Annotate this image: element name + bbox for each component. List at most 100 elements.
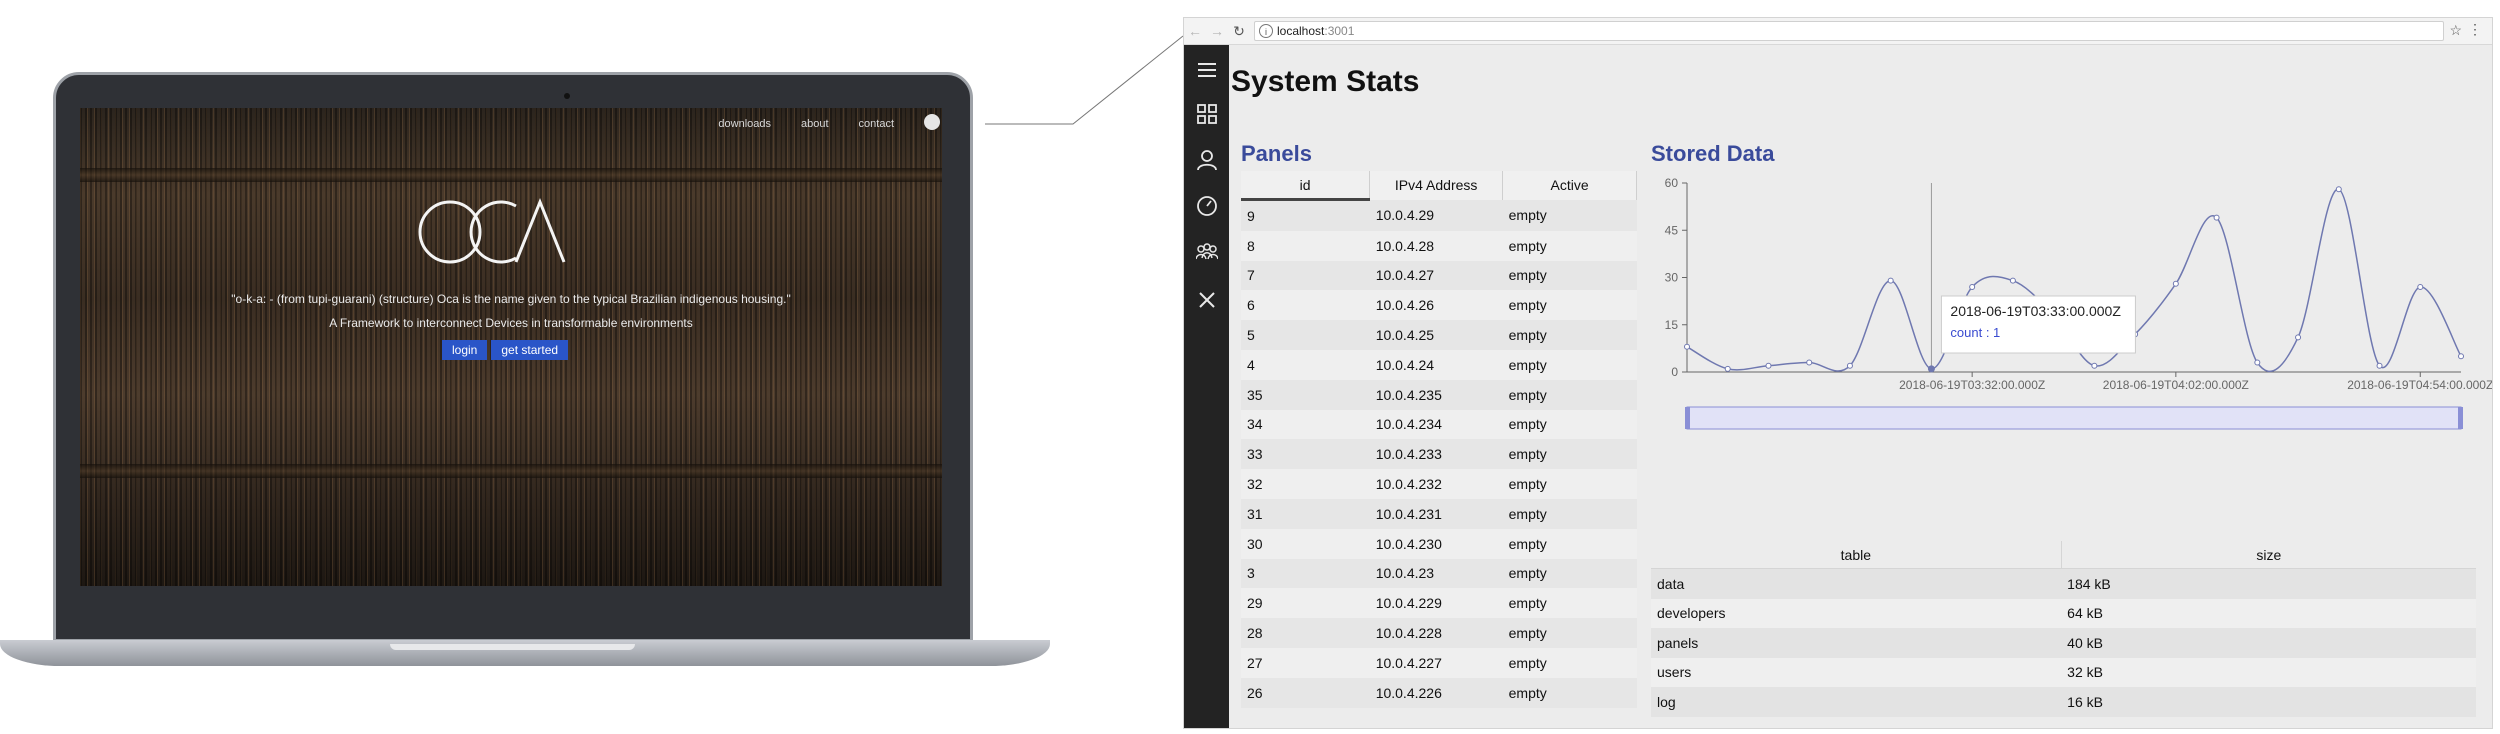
group-icon[interactable] (1195, 241, 1219, 263)
bookmark-star-icon[interactable]: ☆ (2449, 22, 2462, 39)
table-cell: 10.0.4.24 (1369, 349, 1503, 380)
oca-logo-graphic (418, 197, 566, 264)
table-cell: log (1651, 687, 2062, 717)
data-point (2172, 280, 2179, 287)
get-started-button[interactable]: get started (491, 340, 569, 360)
table-cell: 28 (1241, 618, 1370, 648)
column-header-ipv4[interactable]: IPv4 Address (1369, 171, 1504, 200)
table-cell: 184 kB (2061, 568, 2476, 599)
table-cell: 33 (1241, 439, 1370, 470)
table-row[interactable]: users 32 kB (1651, 657, 2476, 687)
data-point (1927, 365, 1935, 373)
table-row[interactable]: 27 10.0.4.227 empty (1241, 647, 1637, 678)
column-header-id[interactable]: id (1241, 171, 1371, 201)
table-row[interactable]: 4 10.0.4.24 empty (1241, 349, 1637, 380)
page-title: System Stats (1231, 65, 1420, 98)
github-icon[interactable] (924, 114, 940, 130)
table-row[interactable]: data 184 kB (1651, 568, 2476, 599)
landing-screen: downloads about contact "o-k-a: - (from … (80, 108, 942, 586)
table-cell: 10.0.4.230 (1369, 528, 1503, 559)
table-row[interactable]: 28 10.0.4.228 empty (1241, 618, 1637, 648)
table-cell: 10.0.4.26 (1369, 290, 1503, 321)
reload-icon[interactable]: ↻ (1228, 23, 1250, 40)
table-row[interactable]: 7 10.0.4.27 empty (1241, 260, 1637, 291)
table-row[interactable]: 34 10.0.4.234 empty (1241, 409, 1637, 440)
data-point (1846, 362, 1853, 369)
gauge-icon[interactable] (1196, 195, 1218, 217)
url-host: localhost (1277, 24, 1325, 38)
table-cell: 32 kB (2061, 657, 2476, 687)
table-row[interactable]: 8 10.0.4.28 empty (1241, 230, 1637, 261)
table-cell: 10.0.4.232 (1369, 469, 1503, 499)
table-row[interactable]: 29 10.0.4.229 empty (1241, 588, 1637, 619)
panels-header-row: id IPv4 Address Active (1241, 171, 1637, 201)
table-row[interactable]: 3 10.0.4.23 empty (1241, 558, 1637, 589)
table-cell: empty (1502, 618, 1637, 648)
nav-about[interactable]: about (801, 118, 829, 130)
table-cell: data (1651, 568, 2062, 599)
table-cell: 4 (1241, 349, 1370, 380)
table-cell: empty (1502, 677, 1637, 708)
close-icon[interactable] (1196, 289, 1218, 311)
laptop-notch (390, 644, 635, 650)
table-row[interactable]: panels 40 kB (1651, 628, 2476, 658)
nav-downloads[interactable]: downloads (718, 118, 771, 130)
table-cell: empty (1502, 498, 1637, 529)
login-button[interactable]: login (442, 340, 488, 360)
column-header-active[interactable]: Active (1502, 171, 1637, 200)
table-row[interactable]: 26 10.0.4.226 empty (1241, 677, 1637, 708)
table-cell: empty (1502, 409, 1637, 440)
table-row[interactable]: 30 10.0.4.230 empty (1241, 528, 1637, 559)
table-row[interactable]: developers 64 kB (1651, 598, 2476, 628)
table-cell: 64 kB (2061, 598, 2476, 628)
address-bar[interactable]: i localhost:3001 (1254, 21, 2444, 41)
landing-quote: "o-k-a: - (from tupi-guarani) (structure… (231, 292, 791, 306)
data-point (1887, 277, 1894, 284)
data-point (2213, 214, 2220, 221)
table-row[interactable]: 35 10.0.4.235 empty (1241, 379, 1637, 410)
table-cell: 5 (1241, 320, 1370, 350)
size-table: table size data 184 kB developers 64 kB pane… (1651, 541, 2476, 717)
table-row[interactable]: log 16 kB (1651, 687, 2476, 717)
thatch-band (80, 168, 942, 182)
callout-line (985, 35, 1184, 125)
column-header-table[interactable]: table (1651, 541, 2062, 569)
table-cell: users (1651, 657, 2062, 687)
oca-logo (416, 196, 566, 268)
table-cell: empty (1502, 647, 1637, 678)
forward-icon[interactable]: → (1206, 23, 1228, 39)
x-tick-label: 2018-06-19T03:32:00.000Z (1899, 378, 2045, 392)
x-tick-label: 2018-06-19T04:02:00.000Z (2103, 378, 2249, 392)
user-icon[interactable] (1196, 149, 1218, 171)
back-icon[interactable]: ← (1184, 23, 1206, 39)
menu-dots-icon[interactable]: ⋮ (2468, 21, 2482, 38)
nav-contact[interactable]: contact (859, 118, 894, 130)
table-cell: 10.0.4.23 (1369, 558, 1503, 589)
table-cell: 34 (1241, 409, 1370, 440)
browser-window: ← → ↻ i localhost:3001 ☆ ⋮ System Stats (1183, 17, 2493, 729)
camera-dot (564, 93, 570, 99)
table-row[interactable]: 31 10.0.4.231 empty (1241, 498, 1637, 529)
menu-icon[interactable] (1196, 59, 1218, 81)
table-row[interactable]: 33 10.0.4.233 empty (1241, 439, 1637, 470)
data-point (1806, 359, 1813, 366)
table-row[interactable]: 32 10.0.4.232 empty (1241, 469, 1637, 499)
table-row[interactable]: 5 10.0.4.25 empty (1241, 320, 1637, 350)
data-point (1969, 283, 1976, 290)
table-cell: empty (1502, 469, 1637, 499)
column-header-size[interactable]: size (2060, 541, 2476, 569)
table-cell: panels (1651, 628, 2062, 658)
tooltip-value: count : 1 (1950, 325, 2000, 340)
table-row[interactable]: 6 10.0.4.26 empty (1241, 290, 1637, 321)
dashboard-grid-icon[interactable] (1196, 103, 1218, 125)
table-cell: 10.0.4.227 (1369, 647, 1503, 678)
table-row[interactable]: 9 10.0.4.29 empty (1241, 199, 1637, 231)
table-cell: empty (1502, 320, 1637, 350)
data-point (2458, 353, 2464, 360)
table-cell: empty (1502, 260, 1637, 291)
info-icon[interactable]: i (1259, 24, 1273, 38)
thatch-band (80, 464, 942, 478)
data-point (1765, 362, 1772, 369)
data-point (2009, 277, 2016, 284)
table-cell: 10.0.4.29 (1369, 199, 1503, 231)
